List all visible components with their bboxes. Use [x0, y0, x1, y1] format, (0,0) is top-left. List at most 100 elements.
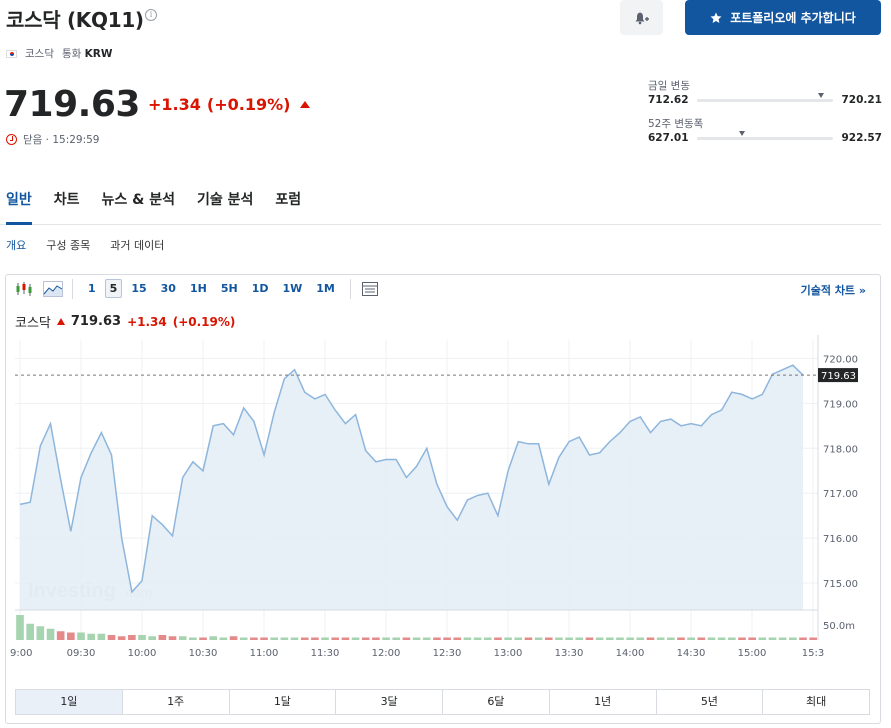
volume-bar [16, 615, 24, 640]
x-tick-label: 11:00 [250, 648, 279, 659]
tab-chart[interactable]: 차트 [54, 190, 80, 225]
volume-bar [595, 637, 604, 640]
volume-bar [412, 637, 421, 640]
range-3m[interactable]: 3달 [336, 690, 443, 714]
currency-code: KRW [84, 48, 113, 60]
volume-bar [636, 637, 645, 640]
x-tick-label: 13:00 [494, 648, 523, 659]
price-area [20, 365, 803, 610]
volume-bar [433, 637, 441, 640]
tab-news[interactable]: 뉴스 & 분석 [102, 190, 175, 225]
day-high: 720.21 [841, 94, 882, 106]
subtab-historical[interactable]: 과거 데이터 [110, 237, 164, 253]
y-tick-label: 718.00 [823, 444, 858, 455]
volume-bar [300, 637, 309, 640]
x-tick-label: 12:30 [433, 648, 462, 659]
volume-bar [494, 637, 502, 640]
volume-bar [158, 635, 167, 640]
x-tick-label: 11:30 [311, 648, 340, 659]
y-tick-label: 715.00 [823, 579, 858, 590]
volume-bar [67, 632, 75, 640]
volume-bar [524, 637, 533, 640]
volume-bar [534, 637, 543, 640]
volume-bar [758, 637, 767, 640]
volume-bar [341, 637, 350, 640]
volume-bar [311, 637, 319, 640]
info-icon[interactable]: i [145, 9, 157, 21]
volume-bar [687, 637, 695, 640]
volume-bar [666, 637, 675, 640]
tab-forum[interactable]: 포럼 [275, 190, 301, 225]
volume-bar [453, 637, 462, 640]
volume-bar [392, 637, 401, 640]
market-status-text: 닫음 · 15:29:59 [23, 134, 100, 146]
x-tick-label: 14:00 [616, 648, 645, 659]
last-price: 719.63 [4, 84, 140, 125]
range-5y[interactable]: 5년 [657, 690, 764, 714]
subtab-components[interactable]: 구성 종목 [46, 237, 90, 253]
alert-button[interactable] [620, 0, 663, 35]
volume-bar [168, 636, 177, 640]
volume-bar [463, 637, 472, 640]
korea-flag-icon [6, 49, 17, 58]
range-1d[interactable]: 1일 [16, 690, 123, 714]
volume-bar [189, 637, 197, 640]
volume-bar [626, 637, 634, 640]
volume-bar [56, 631, 65, 640]
volume-bar [717, 637, 726, 640]
x-tick-label: 15:3 [802, 648, 824, 659]
change-value: +1.34 [148, 95, 201, 114]
volume-bar [178, 636, 187, 640]
y-tick-label: 717.00 [823, 489, 858, 500]
volume-bar [555, 637, 563, 640]
volume-bar [778, 637, 787, 640]
volume-bar [148, 636, 157, 640]
last-price-badge-label: 719.63 [821, 371, 856, 382]
volume-bar [585, 637, 594, 640]
add-to-portfolio-label: 포트폴리오에 추가합니다 [730, 11, 856, 25]
price-chart[interactable]: Investing.com720.00719.00718.00717.00716… [6, 275, 880, 685]
volume-bar [229, 636, 238, 640]
chart-panel: 1 5 15 30 1H 5H 1D 1W 1M 기술적 차트 » 코스닥 71… [5, 274, 881, 724]
range-max[interactable]: 최대 [763, 690, 869, 714]
change-percent: (+0.19%) [206, 95, 291, 114]
range-1w[interactable]: 1주 [123, 690, 230, 714]
volume-tick-label: 50.0m [823, 621, 855, 632]
volume-bar [321, 637, 329, 640]
volume-bar [239, 637, 248, 640]
volume-bar [697, 637, 706, 640]
tab-overview[interactable]: 일반 [6, 190, 32, 225]
range-1y[interactable]: 1년 [550, 690, 657, 714]
volume-bar [677, 637, 685, 640]
volume-bar [117, 636, 126, 640]
week52-range-bar [696, 130, 834, 140]
volume-bar [280, 637, 289, 640]
volume-bar [738, 637, 746, 640]
volume-bar [372, 637, 380, 640]
add-to-portfolio-button[interactable]: 포트폴리오에 추가합니다 [685, 0, 881, 35]
range-6m[interactable]: 6달 [443, 690, 550, 714]
volume-bar [646, 637, 655, 640]
range-1m[interactable]: 1달 [230, 690, 337, 714]
clock-icon [6, 134, 17, 145]
day-range: 금일 변동 712.62 720.21 [648, 78, 882, 106]
volume-bar [483, 637, 492, 640]
subtab-summary[interactable]: 개요 [6, 237, 26, 253]
x-tick-label: 10:30 [189, 648, 218, 659]
volume-bar [422, 637, 431, 640]
volume-bar [544, 637, 553, 640]
market-status: 닫음 · 15:29:59 [6, 132, 100, 147]
volume-bar [107, 635, 116, 640]
volume-bar [382, 637, 390, 640]
volume-bar [209, 636, 218, 640]
up-arrow-icon [300, 101, 311, 108]
volume-bar [97, 633, 106, 640]
x-tick-label: 9:00 [10, 648, 32, 659]
star-icon [710, 12, 722, 23]
tab-technical[interactable]: 기술 분석 [197, 190, 253, 225]
volume-bar [809, 637, 817, 640]
instrument-meta: 코스닥 통화 KRW [6, 46, 112, 61]
week52-high: 922.57 [841, 132, 882, 144]
volume-bar [36, 626, 45, 640]
currency-label: 통화 [61, 48, 82, 60]
